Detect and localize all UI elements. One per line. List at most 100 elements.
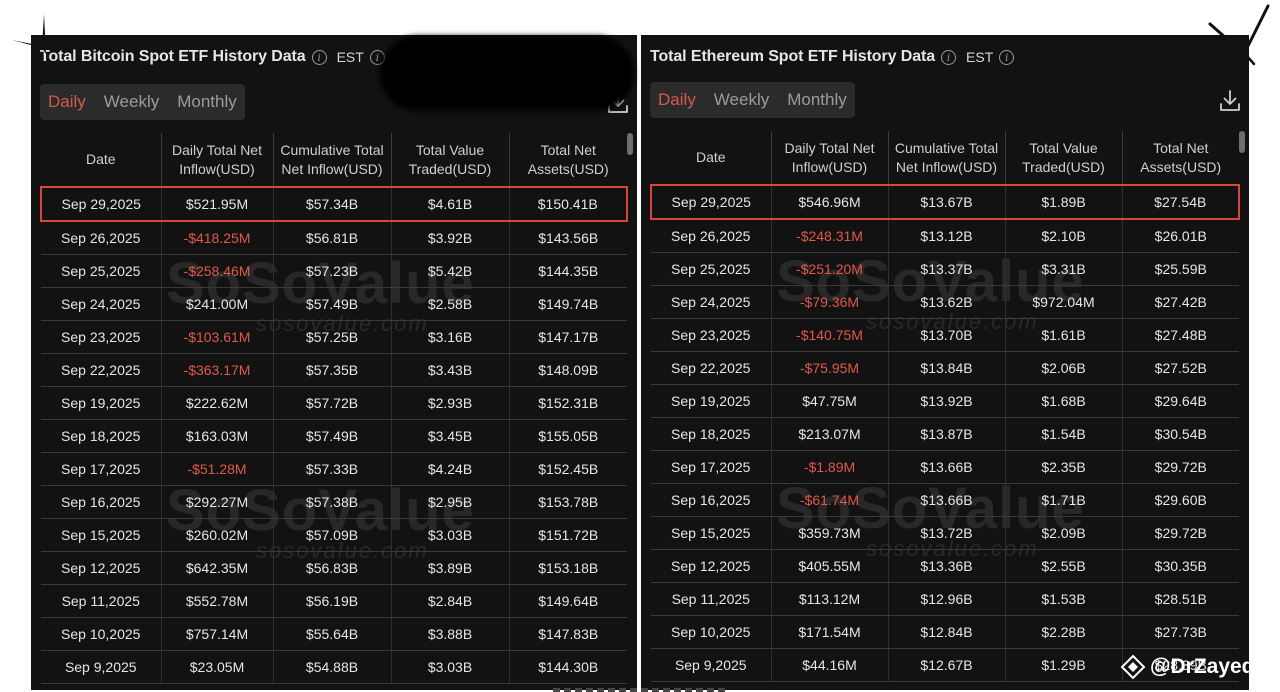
table-row[interactable]: Sep 29,2025 $521.95M $57.34B $4.61B $150.41B [40,186,628,222]
btc-tab-monthly[interactable]: Monthly [177,92,237,112]
table-row[interactable]: Sep 25,2025 -$251.20M $13.37B $3.31B $25.59B [651,252,1239,286]
table-row[interactable]: Sep 18,2025 $163.03M $57.49B $3.45B $155.05B [41,419,627,453]
value-traded-cell: $2.10B [1005,219,1123,253]
value-traded-cell: $3.03B [391,650,510,684]
daily-inflow-column-header[interactable]: Daily Total Net Inflow(USD) [771,131,889,186]
cumulative-inflow-cell: $13.37B [888,252,1006,286]
cumulative-inflow-cell: $57.35B [273,353,392,387]
table-row[interactable]: Sep 9,2025 $23.05M $54.88B $3.03B $144.30B [41,650,627,684]
download-icon[interactable] [1219,89,1241,113]
cumulative-inflow-cell: $55.64B [273,617,392,651]
daily-inflow-column-header[interactable]: Daily Total Net Inflow(USD) [161,133,274,188]
info-icon[interactable]: i [941,49,957,65]
eth-tab-monthly[interactable]: Monthly [787,90,847,110]
table-row[interactable]: Sep 18,2025 $213.07M $13.87B $1.54B $30.54B [651,417,1239,451]
daily-inflow-cell: -$140.75M [771,318,889,352]
net-assets-cell: $28.51B [1122,582,1239,616]
net-assets-column-header[interactable]: Total Net Assets(USD) [1122,131,1239,186]
cumulative-inflow-column-header[interactable]: Cumulative Total Net Inflow(USD) [888,131,1006,186]
cumulative-inflow-cell: $57.34B [273,186,392,222]
date-cell: Sep 29,2025 [650,184,772,220]
date-cell: Sep 15,2025 [41,518,162,552]
net-assets-cell: $27.48B [1122,318,1239,352]
table-row[interactable]: Sep 17,2025 -$51.28M $57.33B $4.24B $152.45B [41,452,627,486]
table-row[interactable]: Sep 10,2025 $171.54M $12.84B $2.28B $27.73B [651,615,1239,649]
date-cell: Sep 17,2025 [651,450,772,484]
table-row[interactable]: Sep 26,2025 -$248.31M $13.12B $2.10B $26.01B [651,219,1239,253]
net-assets-column-header[interactable]: Total Net Assets(USD) [509,133,627,188]
table-header-row: Date Daily Total Net Inflow(USD) Cumulativ… [41,133,627,188]
table-row[interactable]: Sep 23,2025 -$140.75M $13.70B $1.61B $27.48B [651,318,1239,352]
daily-inflow-cell: -$418.25M [161,221,274,255]
daily-inflow-cell: $213.07M [771,417,889,451]
table-row[interactable]: Sep 23,2025 -$103.61M $57.25B $3.16B $147.17… [41,320,627,354]
btc-tab-weekly[interactable]: Weekly [104,92,159,112]
eth-etf-panel: Total Ethereum Spot ETF History Data i E… [641,35,1249,690]
table-row[interactable]: Sep 12,2025 $642.35M $56.83B $3.89B $153.18B [41,551,627,585]
date-cell: Sep 22,2025 [41,353,162,387]
eth-tab-weekly[interactable]: Weekly [714,90,769,110]
table-row[interactable]: Sep 16,2025 -$61.74M $13.66B $1.71B $29.60B [651,483,1239,517]
table-row[interactable]: Sep 11,2025 $113.12M $12.96B $1.53B $28.51B [651,582,1239,616]
table-row[interactable]: Sep 15,2025 $359.73M $13.72B $2.09B $29.72B [651,516,1239,550]
eth-table-scrollbar[interactable] [1239,131,1245,153]
date-cell: Sep 25,2025 [651,252,772,286]
date-cell: Sep 10,2025 [651,615,772,649]
daily-inflow-cell: $552.78M [161,584,274,618]
btc-tab-daily[interactable]: Daily [48,92,86,112]
table-row[interactable]: Sep 24,2025 $241.00M $57.49B $2.58B $149.74B [41,287,627,321]
table-row[interactable]: Sep 26,2025 -$418.25M $56.81B $3.92B $143.56… [41,221,627,255]
date-cell: Sep 16,2025 [651,483,772,517]
value-traded-column-header[interactable]: Total Value Traded(USD) [391,133,510,188]
date-cell: Sep 23,2025 [41,320,162,354]
table-row[interactable]: Sep 17,2025 -$1.89M $13.66B $2.35B $29.72B [651,450,1239,484]
value-traded-cell: $972.04M [1005,285,1123,319]
btc-table-scrollbar[interactable] [627,133,633,155]
daily-inflow-cell: $521.95M [161,186,274,222]
eth-tab-daily[interactable]: Daily [658,90,696,110]
net-assets-cell: $155.05B [509,419,627,453]
table-row[interactable]: Sep 24,2025 -$79.36M $13.62B $972.04M $27.42… [651,285,1239,319]
value-traded-cell: $2.06B [1005,351,1123,385]
cumulative-inflow-cell: $13.62B [888,285,1006,319]
table-row[interactable]: Sep 25,2025 -$258.46M $57.23B $5.42B $144.35… [41,254,627,288]
net-assets-cell: $144.30B [509,650,627,684]
table-row[interactable]: Sep 15,2025 $260.02M $57.09B $3.03B $151.72B [41,518,627,552]
table-row[interactable]: Sep 10,2025 $757.14M $55.64B $3.88B $147.83B [41,617,627,651]
date-cell: Sep 23,2025 [651,318,772,352]
net-assets-cell: $27.54B [1122,184,1240,220]
cumulative-inflow-cell: $56.81B [273,221,392,255]
table-row[interactable]: Sep 19,2025 $222.62M $57.72B $2.93B $152.31B [41,386,627,420]
value-traded-cell: $1.89B [1005,184,1123,220]
table-row[interactable]: Sep 16,2025 $292.27M $57.38B $2.95B $153.78B [41,485,627,519]
info-icon[interactable]: i [999,49,1015,65]
daily-inflow-cell: -$75.95M [771,351,889,385]
table-row[interactable]: Sep 22,2025 -$75.95M $13.84B $2.06B $27.52B [651,351,1239,385]
value-traded-cell: $3.88B [391,617,510,651]
cumulative-inflow-cell: $13.12B [888,219,1006,253]
table-row[interactable]: Sep 22,2025 -$363.17M $57.35B $3.43B $148.09… [41,353,627,387]
cumulative-inflow-column-header[interactable]: Cumulative Total Net Inflow(USD) [273,133,392,188]
value-traded-cell: $1.61B [1005,318,1123,352]
daily-inflow-cell: -$61.74M [771,483,889,517]
date-column-header[interactable]: Date [651,131,772,186]
cumulative-inflow-cell: $56.83B [273,551,392,585]
net-assets-cell: $30.35B [1122,549,1239,583]
table-row[interactable]: Sep 29,2025 $546.96M $13.67B $1.89B $27.54B [650,184,1240,220]
value-traded-column-header[interactable]: Total Value Traded(USD) [1005,131,1123,186]
info-icon[interactable]: i [311,49,327,65]
value-traded-cell: $2.09B [1005,516,1123,550]
bottom-scribble [553,688,728,692]
table-row[interactable]: Sep 19,2025 $47.75M $13.92B $1.68B $29.64B [651,384,1239,418]
cumulative-inflow-cell: $57.72B [273,386,392,420]
net-assets-cell: $149.74B [509,287,627,321]
table-row[interactable]: Sep 11,2025 $552.78M $56.19B $2.84B $149.64B [41,584,627,618]
date-cell: Sep 18,2025 [651,417,772,451]
table-row[interactable]: Sep 12,2025 $405.55M $13.36B $2.55B $30.35B [651,549,1239,583]
eth-history-table: Date Daily Total Net Inflow(USD) Cumulativ… [650,131,1240,682]
value-traded-cell: $5.42B [391,254,510,288]
cumulative-inflow-cell: $13.92B [888,384,1006,418]
date-column-header[interactable]: Date [41,133,162,188]
value-traded-cell: $2.93B [391,386,510,420]
net-assets-cell: $27.73B [1122,615,1239,649]
